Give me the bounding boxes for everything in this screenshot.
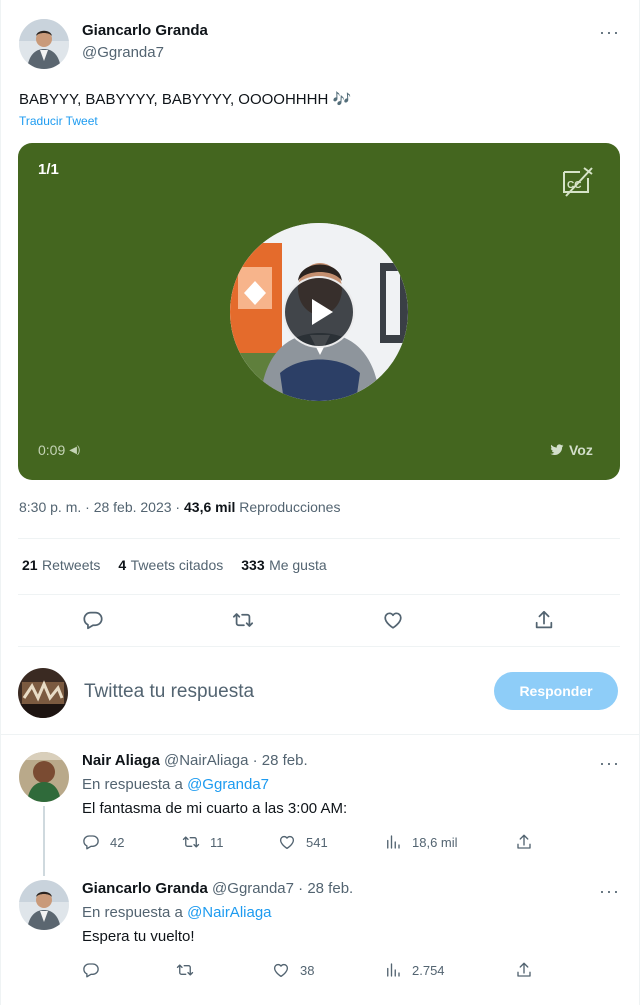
reply-context: En respuesta a @NairAliaga [82, 904, 272, 921]
reply-retweet-button[interactable] [176, 961, 204, 979]
reply-share-button[interactable] [515, 961, 533, 979]
reply-to-link[interactable]: @NairAliaga [187, 904, 271, 921]
reply-input[interactable]: Twittea tu respuesta [84, 681, 474, 703]
share-icon [517, 834, 531, 849]
view-count: 2.754 [412, 962, 445, 978]
views-count: 43,6 mil [184, 499, 236, 515]
more-options-icon[interactable]: ··· [599, 882, 620, 900]
reply-date[interactable]: · 28 feb. [298, 880, 353, 897]
view-count: 18,6 mil [412, 834, 458, 850]
reply-author-name[interactable]: Nair Aliaga [82, 752, 160, 769]
reply-header: Nair Aliaga @NairAliaga · 28 feb. [82, 752, 308, 769]
retweets-stat[interactable]: 21 Retweets [22, 557, 100, 575]
share-icon[interactable] [533, 609, 555, 631]
reply-author-handle[interactable]: @NairAliaga [164, 752, 248, 769]
views-icon [387, 835, 400, 849]
author-avatar[interactable] [19, 19, 69, 69]
reply-text: El fantasma de mi cuarto a las 3:00 AM: [82, 800, 348, 817]
media-counter: 1/1 [38, 161, 59, 178]
tweet-timestamp[interactable]: 8:30 p. m. · 28 feb. 2023 · [19, 499, 180, 515]
reply-author-handle[interactable]: @Ggranda7 [212, 880, 294, 897]
share-icon [517, 962, 531, 977]
tweet-text-body: BABYYY, BABYYYY, BABYYYY, OOOOHHHH [19, 91, 329, 108]
play-icon [312, 299, 333, 325]
user-avatar[interactable] [18, 668, 68, 718]
likes-count: 333 [241, 557, 265, 573]
retweets-count: 21 [22, 557, 38, 573]
retweet-icon [182, 836, 200, 848]
views-label: Reproducciones [239, 499, 341, 515]
views-icon [387, 963, 400, 977]
likes-stat[interactable]: 333 Me gusta [241, 557, 326, 575]
author-handle[interactable]: @Ggranda7 [82, 44, 164, 61]
tweet-metadata: 8:30 p. m. · 28 feb. 2023 · 43,6 mil Rep… [19, 499, 340, 515]
video-card[interactable]: 1/1 CC 0:09 ◀) Voz [18, 143, 620, 480]
thread-line [43, 806, 45, 876]
reply-context: En respuesta a @Ggranda7 [82, 776, 269, 793]
reply-count: 42 [110, 834, 125, 850]
reply-header: Giancarlo Granda @Ggranda7 · 28 feb. [82, 880, 353, 897]
reply-actions: 42 11 541 18,6 mil [82, 833, 552, 853]
like-icon[interactable] [382, 609, 404, 631]
reply-text: Espera tu vuelto! [82, 928, 195, 945]
reply-icon [83, 835, 99, 850]
play-button[interactable] [283, 276, 355, 348]
translate-tweet-link[interactable]: Traducir Tweet [19, 114, 98, 128]
reply-share-button[interactable] [515, 833, 533, 851]
reply-reply-button[interactable] [82, 961, 110, 979]
video-duration: 0:09 ◀) [38, 442, 80, 458]
reply-like-button[interactable]: 541 [278, 833, 328, 851]
reply-icon[interactable] [82, 609, 104, 631]
reply-icon [83, 963, 99, 978]
divider [18, 538, 620, 539]
reply-views-button[interactable]: 2.754 [384, 961, 445, 979]
reply-reply-button[interactable]: 42 [82, 833, 124, 851]
reply-retweet-button[interactable]: 11 [182, 833, 224, 851]
like-icon [279, 835, 295, 850]
reply-date[interactable]: · 28 feb. [253, 752, 308, 769]
retweet-icon[interactable] [232, 609, 254, 631]
captions-icon[interactable]: CC [558, 164, 594, 200]
like-icon [273, 963, 289, 978]
voice-badge-label: Voz [569, 442, 593, 458]
retweet-icon [176, 964, 194, 976]
quotes-label: Tweets citados [130, 557, 224, 573]
voice-badge: Voz [550, 442, 593, 458]
quotes-stat[interactable]: 4 Tweets citados [118, 557, 223, 575]
more-options-icon[interactable]: ··· [599, 23, 620, 41]
retweets-label: Retweets [42, 557, 101, 573]
tweet-stats: 21 Retweets 4 Tweets citados 333 Me gust… [22, 557, 327, 575]
reply-prefix: En respuesta a [82, 904, 183, 921]
more-options-icon[interactable]: ··· [599, 754, 620, 772]
retweet-count: 11 [210, 834, 224, 850]
reply-to-link[interactable]: @Ggranda7 [187, 776, 269, 793]
reply-avatar[interactable] [19, 880, 69, 930]
divider [1, 734, 639, 735]
divider [18, 646, 620, 647]
bird-icon [550, 444, 564, 456]
reply-author-name[interactable]: Giancarlo Granda [82, 880, 208, 897]
svg-text:CC: CC [567, 180, 581, 191]
video-duration-text: 0:09 [38, 442, 66, 458]
like-count: 541 [306, 834, 328, 850]
tweet-text: BABYYY, BABYYYY, BABYYYY, OOOOHHHH 🎶 [19, 90, 351, 108]
volume-icon[interactable]: ◀) [69, 445, 80, 456]
reply-avatar[interactable] [19, 752, 69, 802]
author-name[interactable]: Giancarlo Granda [82, 22, 208, 39]
reply-views-button[interactable]: 18,6 mil [384, 833, 458, 851]
reply-like-button[interactable]: 38 [272, 961, 314, 979]
reply-prefix: En respuesta a [82, 776, 183, 793]
tweet-detail-panel: Giancarlo Granda @Ggranda7 ··· BABYYY, B… [0, 0, 640, 1005]
quotes-count: 4 [118, 557, 127, 573]
divider [18, 594, 620, 595]
music-notes-icon: 🎶 [332, 91, 352, 108]
like-count: 38 [300, 962, 315, 978]
reply-actions: 38 2.754 [82, 961, 552, 981]
likes-label: Me gusta [269, 557, 327, 573]
reply-button[interactable]: Responder [494, 672, 618, 710]
